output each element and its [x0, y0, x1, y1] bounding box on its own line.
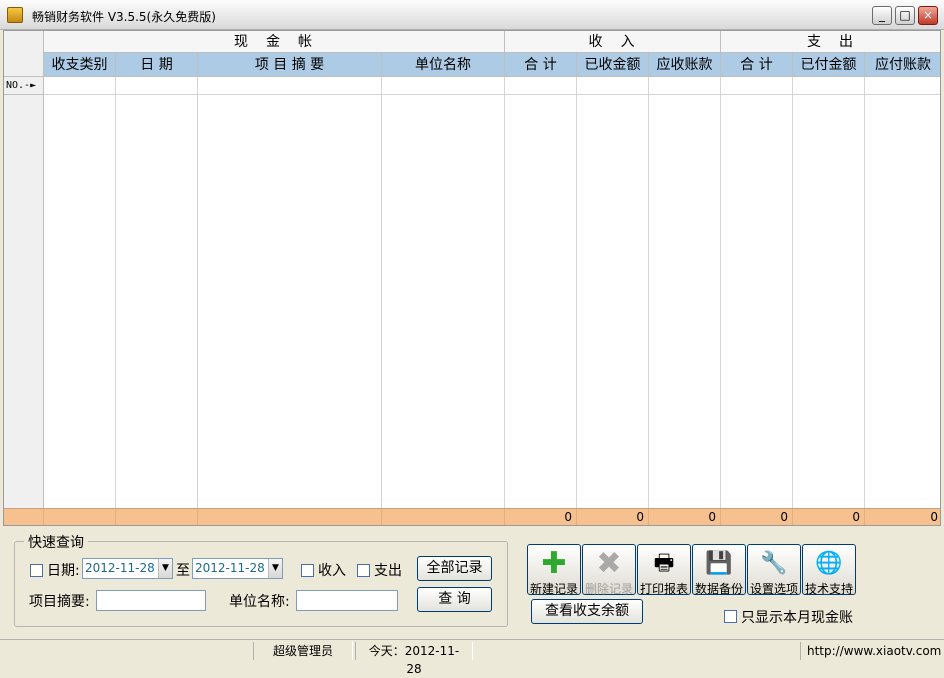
date-filter-checkbox[interactable] — [30, 564, 43, 577]
support-label: 技术支持 — [804, 582, 853, 596]
status-url[interactable]: http://www.xiaotv.com — [800, 642, 944, 660]
summary-label: 项目摘要: — [29, 594, 90, 610]
col-header-receivable[interactable]: 应收账款 — [649, 53, 721, 77]
totals-cell — [4, 509, 44, 525]
date-label: 日期: — [47, 563, 80, 579]
print-report-label: 打印报表 — [639, 582, 688, 596]
col-header-paid[interactable]: 已付金额 — [793, 53, 865, 77]
grid-column — [382, 77, 505, 508]
totals-row: 0 0 0 0 0 0 — [4, 508, 940, 525]
col-header-expense-total[interactable]: 合 计 — [721, 53, 793, 77]
delete-record-label: 删除记录 — [584, 582, 633, 596]
backup-label: 数据备份 — [694, 582, 743, 596]
view-balance-button[interactable]: 查看收支余额 — [531, 599, 643, 624]
col-header-category[interactable]: 收支类别 — [44, 53, 116, 77]
totals-cell — [116, 509, 198, 525]
print-report-button[interactable]: 🖶 打印报表 — [637, 544, 691, 596]
status-bar: 超级管理员 今天：2012-11-28 http://www.xiaotv.co… — [0, 639, 944, 676]
settings-label: 设置选项 — [749, 582, 798, 596]
income-checkbox[interactable] — [301, 564, 314, 577]
total-received: 0 — [577, 509, 649, 525]
month-only-label: 只显示本月现金账 — [741, 610, 853, 626]
date-from-picker[interactable]: 2012-11-28 ▼ — [82, 558, 173, 579]
row-header-column — [4, 77, 44, 508]
grid-column — [793, 77, 865, 508]
totals-cell — [382, 509, 505, 525]
globe-icon: 🌐 — [815, 551, 843, 576]
grid-column — [116, 77, 198, 508]
row-indicator[interactable]: NO.-► — [4, 77, 44, 95]
plus-icon: ✚ — [541, 546, 567, 581]
date-from-value: 2012-11-28 — [85, 561, 155, 575]
total-income: 0 — [505, 509, 577, 525]
group-header-cash: 现 金 帐 — [44, 31, 505, 53]
total-payable: 0 — [930, 510, 938, 524]
grid-column — [44, 77, 116, 508]
maximize-button[interactable]: □ — [895, 6, 915, 25]
floppy-disk-icon: 💾 — [705, 551, 733, 576]
col-header-unit[interactable]: 单位名称 — [382, 53, 505, 77]
settings-button[interactable]: 🔧 设置选项 — [747, 544, 801, 596]
chevron-down-icon[interactable]: ▼ — [158, 559, 172, 578]
unit-input[interactable] — [296, 590, 398, 611]
to-label: 至 — [176, 563, 190, 579]
table-row[interactable] — [44, 77, 940, 95]
col-header-received[interactable]: 已收金额 — [577, 53, 649, 77]
expense-label: 支出 — [374, 563, 402, 579]
expense-checkbox[interactable] — [357, 564, 370, 577]
delete-record-button[interactable]: ✖ 删除记录 — [582, 544, 636, 596]
col-header-date[interactable]: 日 期 — [116, 53, 198, 77]
grid-column — [649, 77, 721, 508]
printer-icon: 🖶 — [653, 551, 675, 576]
wrench-icon: 🔧 — [760, 551, 788, 576]
window-title: 畅销财务软件 V3.5.5(永久免费版) — [32, 10, 216, 24]
delete-icon: ✖ — [596, 546, 622, 581]
status-today: 今天：2012-11-28 — [355, 642, 473, 676]
grid-column — [505, 77, 577, 508]
grid-corner — [4, 31, 44, 77]
all-records-button[interactable]: 全部记录 — [417, 556, 492, 581]
total-paid: 0 — [793, 509, 865, 525]
close-button[interactable]: × — [918, 6, 938, 25]
app-icon — [7, 7, 23, 23]
date-to-value: 2012-11-28 — [195, 561, 265, 575]
quick-query-group — [14, 541, 508, 627]
status-user: 超级管理员 — [253, 642, 353, 660]
cash-ledger-grid[interactable]: 现 金 帐 收 入 支 出 收支类别 日 期 项 目 摘 要 单位名称 合 计 … — [3, 30, 941, 526]
total-receivable: 0 — [649, 509, 721, 525]
col-header-income-total[interactable]: 合 计 — [505, 53, 577, 77]
group-header-expense: 支 出 — [721, 31, 940, 53]
group-header-income: 收 入 — [505, 31, 721, 53]
col-header-summary[interactable]: 项 目 摘 要 — [198, 53, 382, 77]
grid-column — [721, 77, 793, 508]
col-header-payable[interactable]: 应付账款 — [865, 53, 940, 77]
title-bar: 畅销财务软件 V3.5.5(永久免费版) _ □ × — [0, 0, 944, 30]
month-only-checkbox[interactable] — [724, 610, 737, 623]
query-button[interactable]: 查 询 — [417, 587, 492, 612]
quick-query-legend: 快速查询 — [24, 532, 88, 552]
totals-cell — [198, 509, 382, 525]
backup-button[interactable]: 💾 数据备份 — [692, 544, 746, 596]
date-to-picker[interactable]: 2012-11-28 ▼ — [192, 558, 283, 579]
income-label: 收入 — [318, 563, 346, 579]
support-button[interactable]: 🌐 技术支持 — [802, 544, 856, 596]
totals-cell — [44, 509, 116, 525]
chevron-down-icon[interactable]: ▼ — [268, 559, 282, 578]
grid-column — [577, 77, 649, 508]
new-record-label: 新建记录 — [529, 582, 578, 596]
unit-label: 单位名称: — [229, 594, 290, 610]
minimize-button[interactable]: _ — [872, 6, 892, 25]
total-expense: 0 — [721, 509, 793, 525]
grid-column — [198, 77, 382, 508]
new-record-button[interactable]: ✚ 新建记录 — [527, 544, 581, 596]
summary-input[interactable] — [96, 590, 206, 611]
grid-column — [865, 77, 940, 508]
